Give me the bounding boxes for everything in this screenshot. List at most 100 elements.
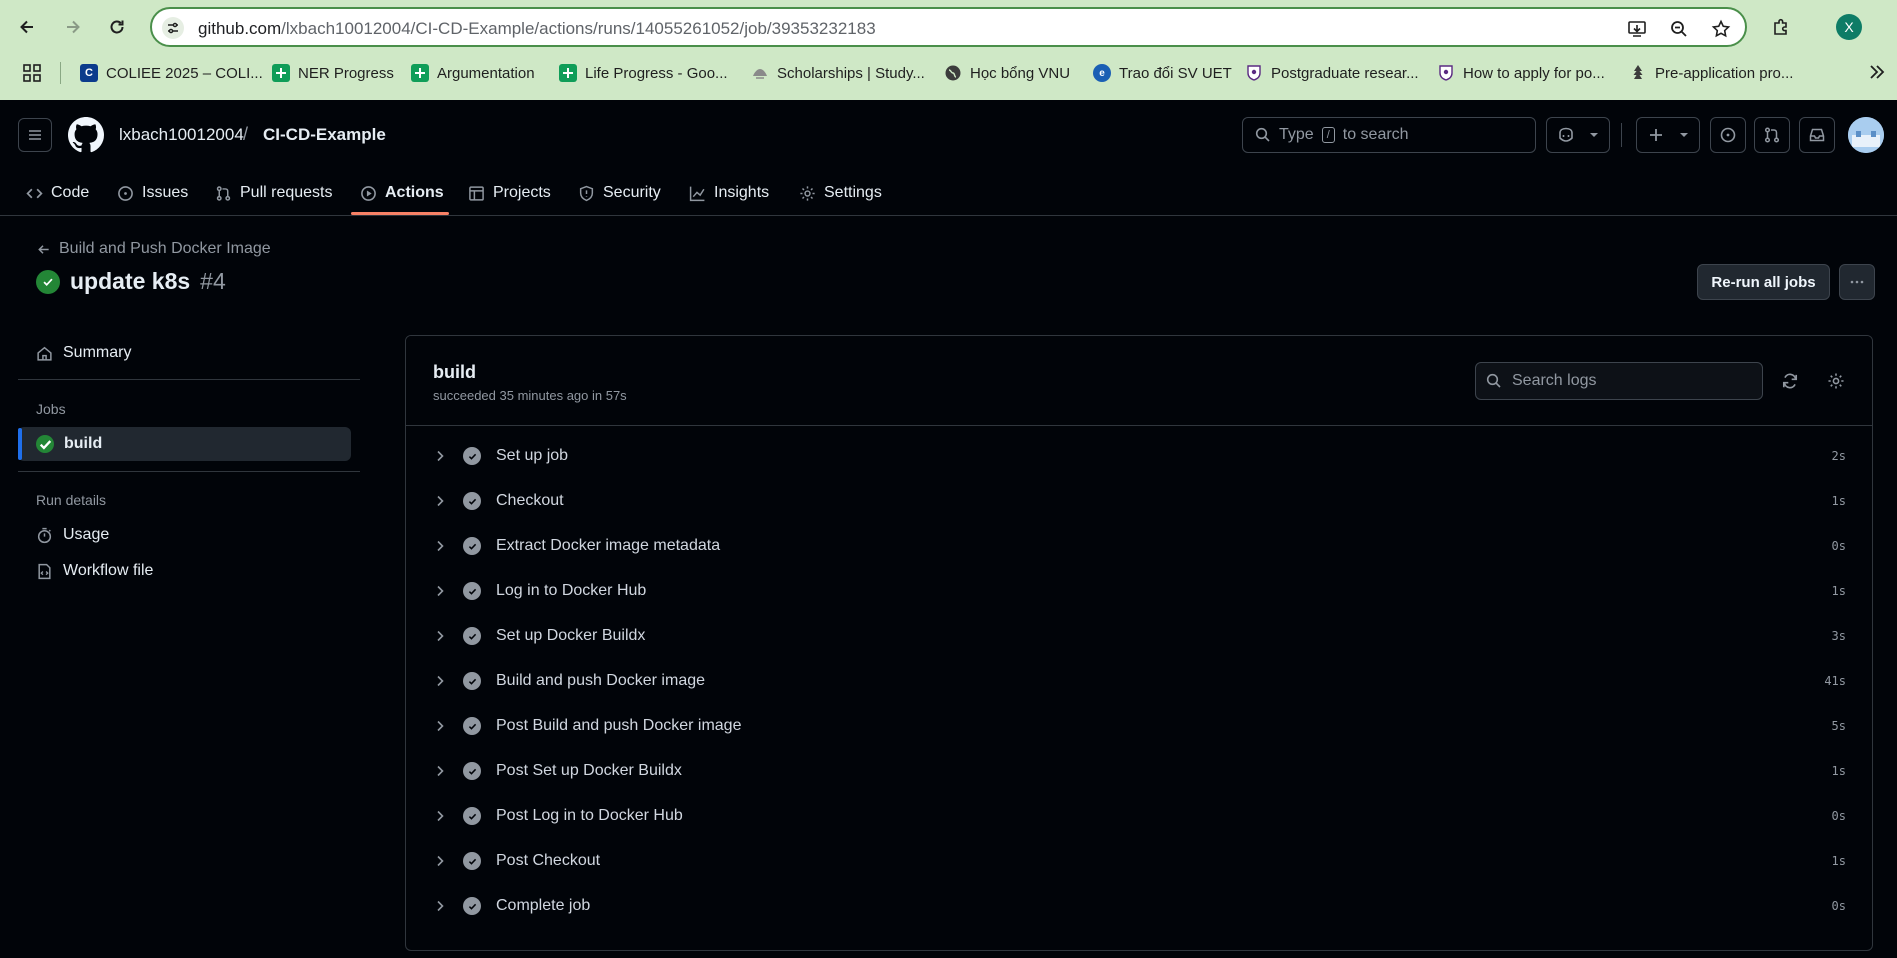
sidebar-item-build[interactable]: build bbox=[36, 432, 102, 456]
stopwatch-icon bbox=[37, 527, 52, 543]
step-row[interactable]: Post Log in to Docker Hub 0s bbox=[406, 794, 1872, 839]
breadcrumb-separator: / bbox=[243, 124, 249, 144]
bookmark-item[interactable]: C COLIEE 2025 – COLI... bbox=[80, 62, 263, 84]
back-to-workflow-link[interactable]: Build and Push Docker Image bbox=[36, 240, 271, 258]
search-icon bbox=[1255, 127, 1270, 142]
tab-label: Security bbox=[603, 184, 661, 201]
bookmark-item[interactable]: e Trao đổi SV UET bbox=[1093, 62, 1232, 84]
graph-icon bbox=[689, 186, 705, 201]
menu-button[interactable] bbox=[18, 118, 52, 152]
address-bar[interactable]: github.com/lxbach10012004/CI-CD-Example/… bbox=[150, 7, 1747, 47]
profile-avatar[interactable]: X bbox=[1836, 14, 1862, 40]
bookmark-label: Scholarships | Study... bbox=[777, 64, 925, 82]
kebab-horizontal-icon bbox=[1850, 280, 1864, 284]
more-options-button[interactable] bbox=[1839, 264, 1875, 300]
step-duration: 1s bbox=[1831, 764, 1846, 778]
rerun-all-jobs-button[interactable]: Re-run all jobs bbox=[1697, 264, 1830, 300]
chevron-right-icon[interactable] bbox=[432, 853, 448, 869]
step-row[interactable]: Log in to Docker Hub 1s bbox=[406, 569, 1872, 614]
sidebar-item-workflow-file[interactable]: Workflow file bbox=[36, 559, 153, 583]
bookmark-star-icon[interactable] bbox=[1709, 17, 1733, 41]
bookmark-item[interactable]: NER Progress bbox=[272, 62, 394, 84]
sidebar-item-usage[interactable]: Usage bbox=[36, 523, 109, 547]
chevron-right-icon[interactable] bbox=[432, 763, 448, 779]
bookmark-item[interactable]: Scholarships | Study... bbox=[751, 62, 925, 84]
chevron-down-icon bbox=[1680, 133, 1688, 137]
step-row[interactable]: Extract Docker image metadata 0s bbox=[406, 524, 1872, 569]
gov-icon bbox=[751, 64, 769, 82]
sync-icon bbox=[1782, 373, 1798, 389]
chevron-right-icon[interactable] bbox=[432, 718, 448, 734]
pull-requests-header-button[interactable] bbox=[1754, 117, 1790, 153]
breadcrumb-owner[interactable]: lxbach10012004 bbox=[119, 125, 244, 145]
bookmark-item[interactable]: Học bổng VNU bbox=[944, 62, 1070, 84]
step-row[interactable]: Set up job 2s bbox=[406, 434, 1872, 479]
step-row[interactable]: Set up Docker Buildx 3s bbox=[406, 614, 1872, 659]
tab-code[interactable]: Code bbox=[26, 176, 89, 210]
bookmark-item[interactable]: Pre-application pro... bbox=[1629, 62, 1793, 84]
step-success-icon bbox=[463, 807, 481, 825]
tab-projects[interactable]: Projects bbox=[468, 176, 551, 210]
bookmark-label: How to apply for po... bbox=[1463, 64, 1605, 82]
copilot-icon bbox=[1559, 127, 1573, 142]
bookmark-item[interactable]: Argumentation bbox=[411, 62, 535, 84]
chevron-right-icon[interactable] bbox=[432, 898, 448, 914]
tab-pull-requests[interactable]: Pull requests bbox=[215, 176, 333, 210]
chevron-right-icon[interactable] bbox=[432, 673, 448, 689]
github-search-input[interactable]: Type / to search bbox=[1242, 117, 1536, 153]
arrow-left-icon bbox=[38, 244, 49, 254]
issue-icon bbox=[1720, 127, 1736, 143]
chevron-right-icon[interactable] bbox=[432, 448, 448, 464]
search-shortcut-key: / bbox=[1321, 127, 1335, 143]
zoom-icon[interactable] bbox=[1667, 17, 1691, 41]
issues-header-button[interactable] bbox=[1710, 117, 1746, 153]
plus-icon bbox=[1650, 129, 1662, 141]
search-logs-input[interactable]: Search logs bbox=[1475, 362, 1763, 400]
user-avatar[interactable] bbox=[1848, 117, 1884, 153]
breadcrumb-repo[interactable]: CI-CD-Example bbox=[263, 125, 386, 145]
back-button[interactable] bbox=[10, 10, 44, 44]
step-row[interactable]: Post Build and push Docker image 5s bbox=[406, 704, 1872, 749]
tree-icon bbox=[1629, 64, 1647, 82]
sidebar-divider bbox=[18, 471, 360, 472]
copilot-button[interactable] bbox=[1546, 117, 1610, 153]
chevron-double-right-icon[interactable] bbox=[1866, 60, 1888, 84]
install-app-icon[interactable] bbox=[1625, 17, 1649, 41]
chevron-right-icon[interactable] bbox=[432, 808, 448, 824]
chevron-right-icon[interactable] bbox=[432, 583, 448, 599]
forward-button[interactable] bbox=[56, 10, 90, 44]
sidebar-item-summary[interactable]: Summary bbox=[36, 341, 131, 365]
tab-security[interactable]: Security bbox=[578, 176, 661, 210]
step-row[interactable]: Complete job 0s bbox=[406, 884, 1872, 929]
extensions-button[interactable] bbox=[1764, 10, 1798, 44]
arrow-right-icon bbox=[67, 20, 80, 34]
step-success-icon bbox=[463, 852, 481, 870]
step-row[interactable]: Build and push Docker image 41s bbox=[406, 659, 1872, 704]
reload-button[interactable] bbox=[100, 10, 134, 44]
tab-issues[interactable]: Issues bbox=[117, 176, 188, 210]
bookmark-item[interactable]: Life Progress - Goo... bbox=[559, 62, 728, 84]
chevron-right-icon[interactable] bbox=[432, 538, 448, 554]
step-row[interactable]: Checkout 1s bbox=[406, 479, 1872, 524]
bookmark-item[interactable]: How to apply for po... bbox=[1437, 62, 1605, 84]
chevron-right-icon[interactable] bbox=[432, 493, 448, 509]
job-status: succeeded 35 minutes ago in 57s bbox=[433, 388, 627, 403]
arrow-left-icon bbox=[20, 20, 33, 34]
tab-insights[interactable]: Insights bbox=[689, 176, 769, 210]
apps-grid-icon[interactable] bbox=[22, 63, 42, 83]
step-row[interactable]: Post Checkout 1s bbox=[406, 839, 1872, 884]
success-check-icon bbox=[36, 435, 54, 453]
site-settings-icon[interactable] bbox=[162, 17, 184, 39]
step-duration: 1s bbox=[1831, 854, 1846, 868]
log-settings-button[interactable] bbox=[1824, 369, 1848, 393]
inbox-button[interactable] bbox=[1799, 117, 1835, 153]
refresh-logs-button[interactable] bbox=[1778, 369, 1802, 393]
run-details-heading: Run details bbox=[36, 492, 107, 508]
create-new-button[interactable] bbox=[1636, 117, 1700, 153]
tab-settings[interactable]: Settings bbox=[799, 176, 882, 210]
step-row[interactable]: Post Set up Docker Buildx 1s bbox=[406, 749, 1872, 794]
github-logo-icon[interactable] bbox=[68, 117, 104, 153]
tab-actions[interactable]: Actions bbox=[360, 176, 444, 210]
bookmark-item[interactable]: Postgraduate resear... bbox=[1245, 62, 1419, 84]
chevron-right-icon[interactable] bbox=[432, 628, 448, 644]
